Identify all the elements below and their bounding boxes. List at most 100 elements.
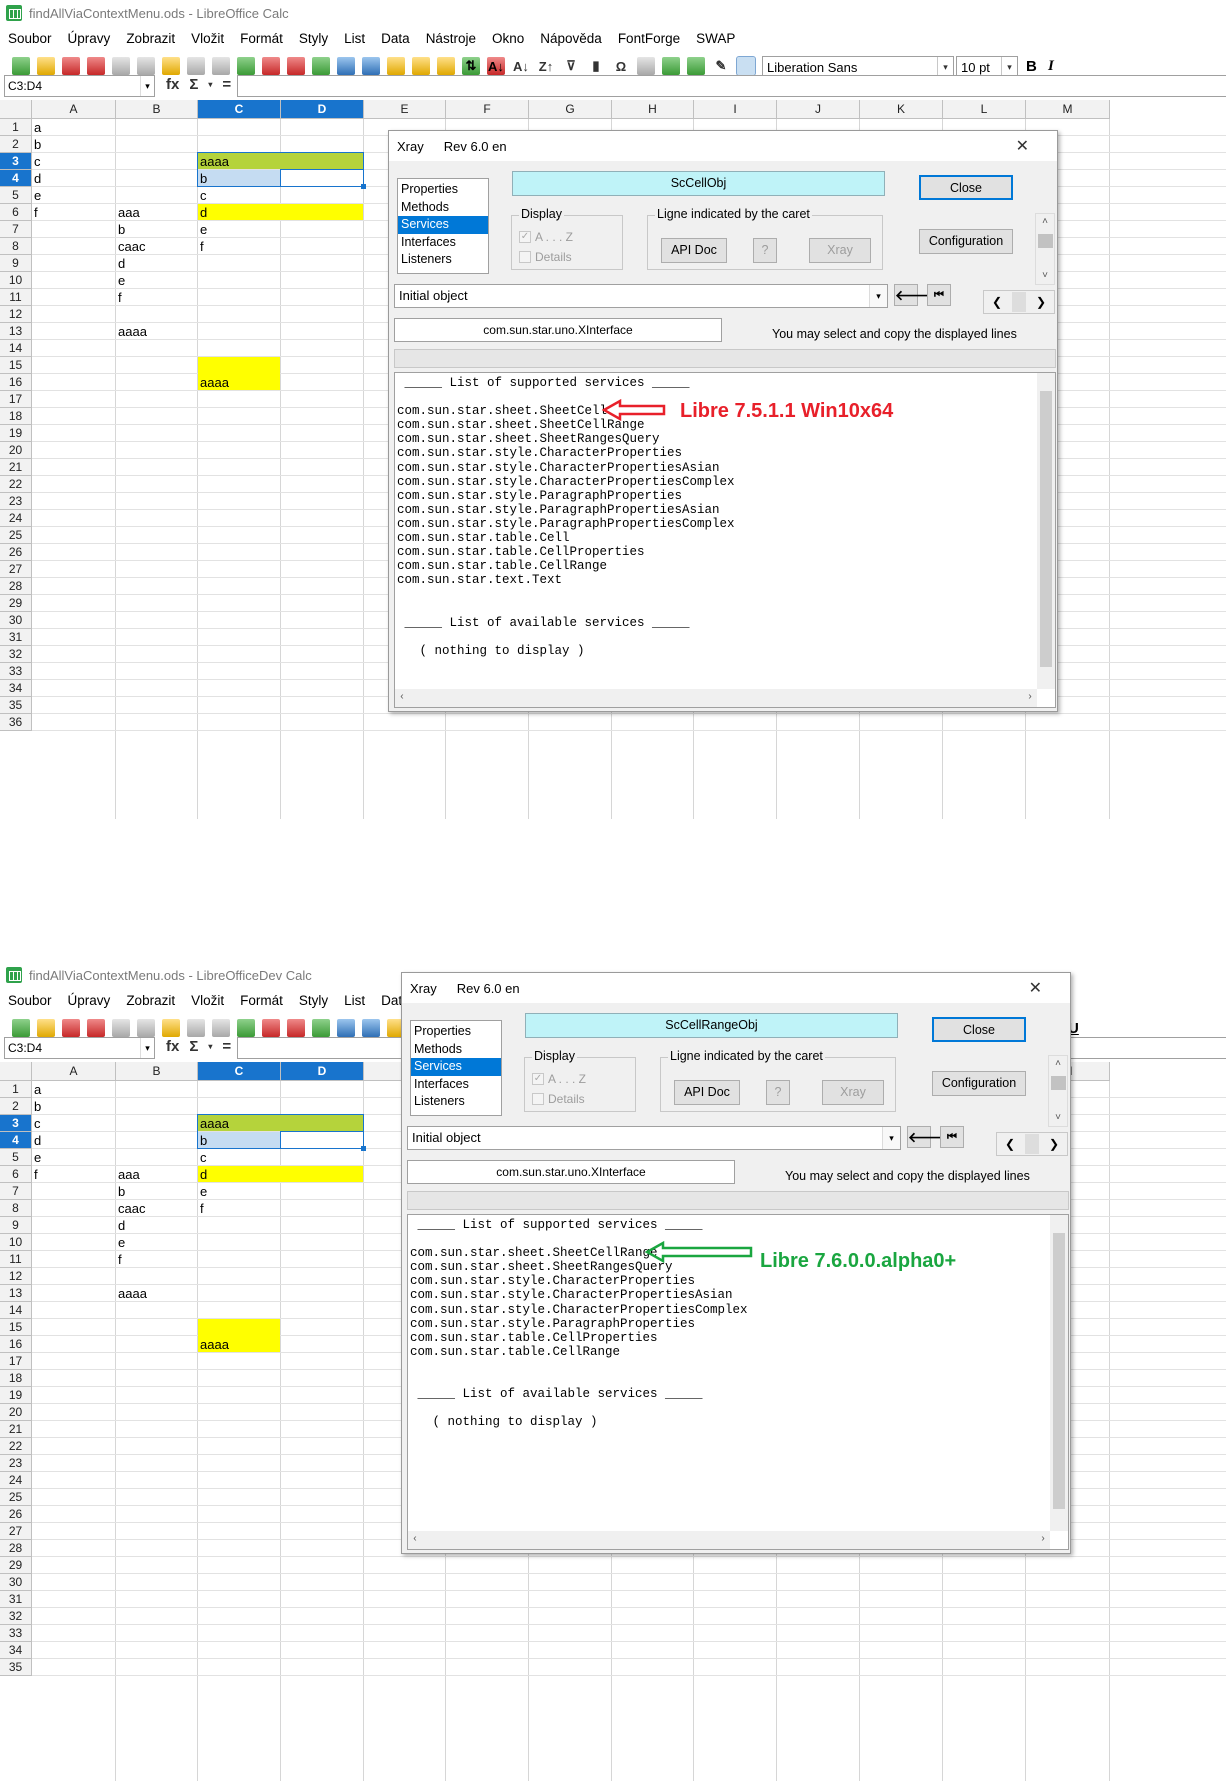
print-icon[interactable] [112, 1019, 130, 1037]
row-header-31[interactable]: 31 [0, 1591, 32, 1608]
object-history-combo[interactable]: Initial object ▾ [407, 1126, 901, 1150]
row-header-9[interactable]: 9 [0, 255, 32, 272]
column-header-c[interactable]: C [198, 100, 281, 119]
column-header-g[interactable]: G [529, 100, 612, 119]
row-header-17[interactable]: 17 [0, 391, 32, 408]
row-header-12[interactable]: 12 [0, 1268, 32, 1285]
formula-equals-icon[interactable]: = [222, 1038, 231, 1055]
name-box[interactable]: C3:D4 ▾ [4, 75, 155, 97]
row-header-20[interactable]: 20 [0, 442, 32, 459]
delete-cols-icon[interactable] [312, 1019, 330, 1037]
row-header-33[interactable]: 33 [0, 663, 32, 680]
row-header-7[interactable]: 7 [0, 221, 32, 238]
row-header-7[interactable]: 7 [0, 1183, 32, 1200]
row-header-5[interactable]: 5 [0, 187, 32, 204]
scroll-thumb[interactable] [1040, 391, 1052, 667]
menu-12[interactable]: SWAP [696, 31, 735, 46]
open-icon[interactable] [37, 57, 55, 75]
chart-icon[interactable]: ▮ [587, 57, 605, 75]
row-header-28[interactable]: 28 [0, 1540, 32, 1557]
cell-a2[interactable]: b [32, 136, 115, 153]
close-icon[interactable]: ✕ [1029, 978, 1042, 998]
row-header-8[interactable]: 8 [0, 1200, 32, 1217]
function-wizard-icon[interactable]: fx [166, 76, 179, 93]
cell-b11[interactable]: f [116, 289, 197, 306]
delete-cols-icon[interactable] [312, 57, 330, 75]
cell-a6[interactable]: f [32, 1166, 115, 1183]
menu-1[interactable]: Úpravy [68, 31, 111, 46]
menu-2[interactable]: Zobrazit [126, 31, 175, 46]
row-header-36[interactable]: 36 [0, 714, 32, 731]
row-header-6[interactable]: 6 [0, 1166, 32, 1183]
chevron-left-icon[interactable]: ‹ [412, 1533, 418, 1547]
chevron-down-icon[interactable]: ˅ [1049, 1110, 1067, 1126]
configuration-button[interactable]: Configuration [919, 229, 1013, 254]
column-header-c[interactable]: C [198, 1062, 281, 1081]
delete-rows-icon[interactable] [262, 1019, 280, 1037]
chevron-left-icon[interactable]: ‹ [399, 691, 405, 705]
cell-b9[interactable]: d [116, 1217, 197, 1234]
fill-handle[interactable] [361, 1146, 366, 1151]
insert-cols-icon[interactable] [287, 1019, 305, 1037]
cell-b8[interactable]: caac [116, 238, 197, 255]
chevron-up-icon[interactable]: ˄ [1036, 214, 1054, 230]
sum-icon[interactable]: Σ [189, 1038, 198, 1055]
output-vscroll[interactable] [1050, 1215, 1068, 1531]
menu-5[interactable]: Styly [299, 31, 328, 46]
formula-input[interactable] [237, 75, 1226, 97]
row-header-22[interactable]: 22 [0, 1438, 32, 1455]
row-header-19[interactable]: 19 [0, 425, 32, 442]
menu-4[interactable]: Formát [240, 993, 283, 1008]
column-header-i[interactable]: I [694, 100, 777, 119]
pivot-icon[interactable] [662, 57, 680, 75]
menu-3[interactable]: Vložit [191, 993, 224, 1008]
row-header-2[interactable]: 2 [0, 136, 32, 153]
cell-c6[interactable]: d [198, 204, 280, 221]
column-header-d[interactable]: D [281, 1062, 364, 1081]
cell-a1[interactable]: a [32, 119, 115, 136]
row-header-23[interactable]: 23 [0, 1455, 32, 1472]
clone-icon[interactable] [162, 57, 180, 75]
list-item-listeners[interactable]: Listeners [398, 251, 488, 269]
row-header-27[interactable]: 27 [0, 561, 32, 578]
column-header-k[interactable]: K [860, 100, 943, 119]
row-header-14[interactable]: 14 [0, 340, 32, 357]
cell-c6[interactable]: d [198, 1166, 280, 1183]
row-header-18[interactable]: 18 [0, 1370, 32, 1387]
list-item-interfaces[interactable]: Interfaces [411, 1076, 501, 1094]
az-checkbox[interactable]: ✓ A . . . Z [519, 230, 573, 244]
navigation-scroll[interactable]: ❮ ❯ [996, 1132, 1068, 1156]
link-icon[interactable] [637, 57, 655, 75]
sort-za-icon[interactable]: Z↑ [537, 57, 555, 75]
cell-c7[interactable]: e [198, 1183, 280, 1200]
row-header-26[interactable]: 26 [0, 1506, 32, 1523]
save-icon[interactable] [62, 1019, 80, 1037]
menu-9[interactable]: Okno [492, 31, 524, 46]
navigation-scroll[interactable]: ❮ ❯ [983, 290, 1055, 314]
chevron-down-icon[interactable]: ˅ [1036, 268, 1054, 284]
cell-b10[interactable]: e [116, 272, 197, 289]
row-header-8[interactable]: 8 [0, 238, 32, 255]
cell-a6[interactable]: f [32, 204, 115, 221]
cell-c8[interactable]: f [198, 1200, 280, 1217]
cell-b10[interactable]: e [116, 1234, 197, 1251]
chevron-right-icon[interactable]: ❯ [1049, 1137, 1059, 1151]
pdf-icon[interactable] [87, 1019, 105, 1037]
row-header-4[interactable]: 4 [0, 170, 32, 187]
row-header-16[interactable]: 16 [0, 1336, 32, 1353]
row-header-33[interactable]: 33 [0, 1625, 32, 1642]
chevron-right-icon[interactable]: › [1027, 691, 1033, 705]
column-header-m[interactable]: M [1026, 100, 1110, 119]
output-text-area[interactable]: _____ List of supported services _____ co… [407, 1214, 1069, 1550]
row-header-12[interactable]: 12 [0, 306, 32, 323]
navigator-icon[interactable] [687, 57, 705, 75]
cell-b8[interactable]: caac [116, 1200, 197, 1217]
cell-a3[interactable]: c [32, 153, 115, 170]
save-icon[interactable] [62, 57, 80, 75]
output-hscroll[interactable]: ‹ › [395, 689, 1037, 707]
list-item-services[interactable]: Services [411, 1058, 501, 1076]
row-header-30[interactable]: 30 [0, 612, 32, 629]
menu-5[interactable]: Styly [299, 993, 328, 1008]
row-header-28[interactable]: 28 [0, 578, 32, 595]
row-header-15[interactable]: 15 [0, 357, 32, 374]
